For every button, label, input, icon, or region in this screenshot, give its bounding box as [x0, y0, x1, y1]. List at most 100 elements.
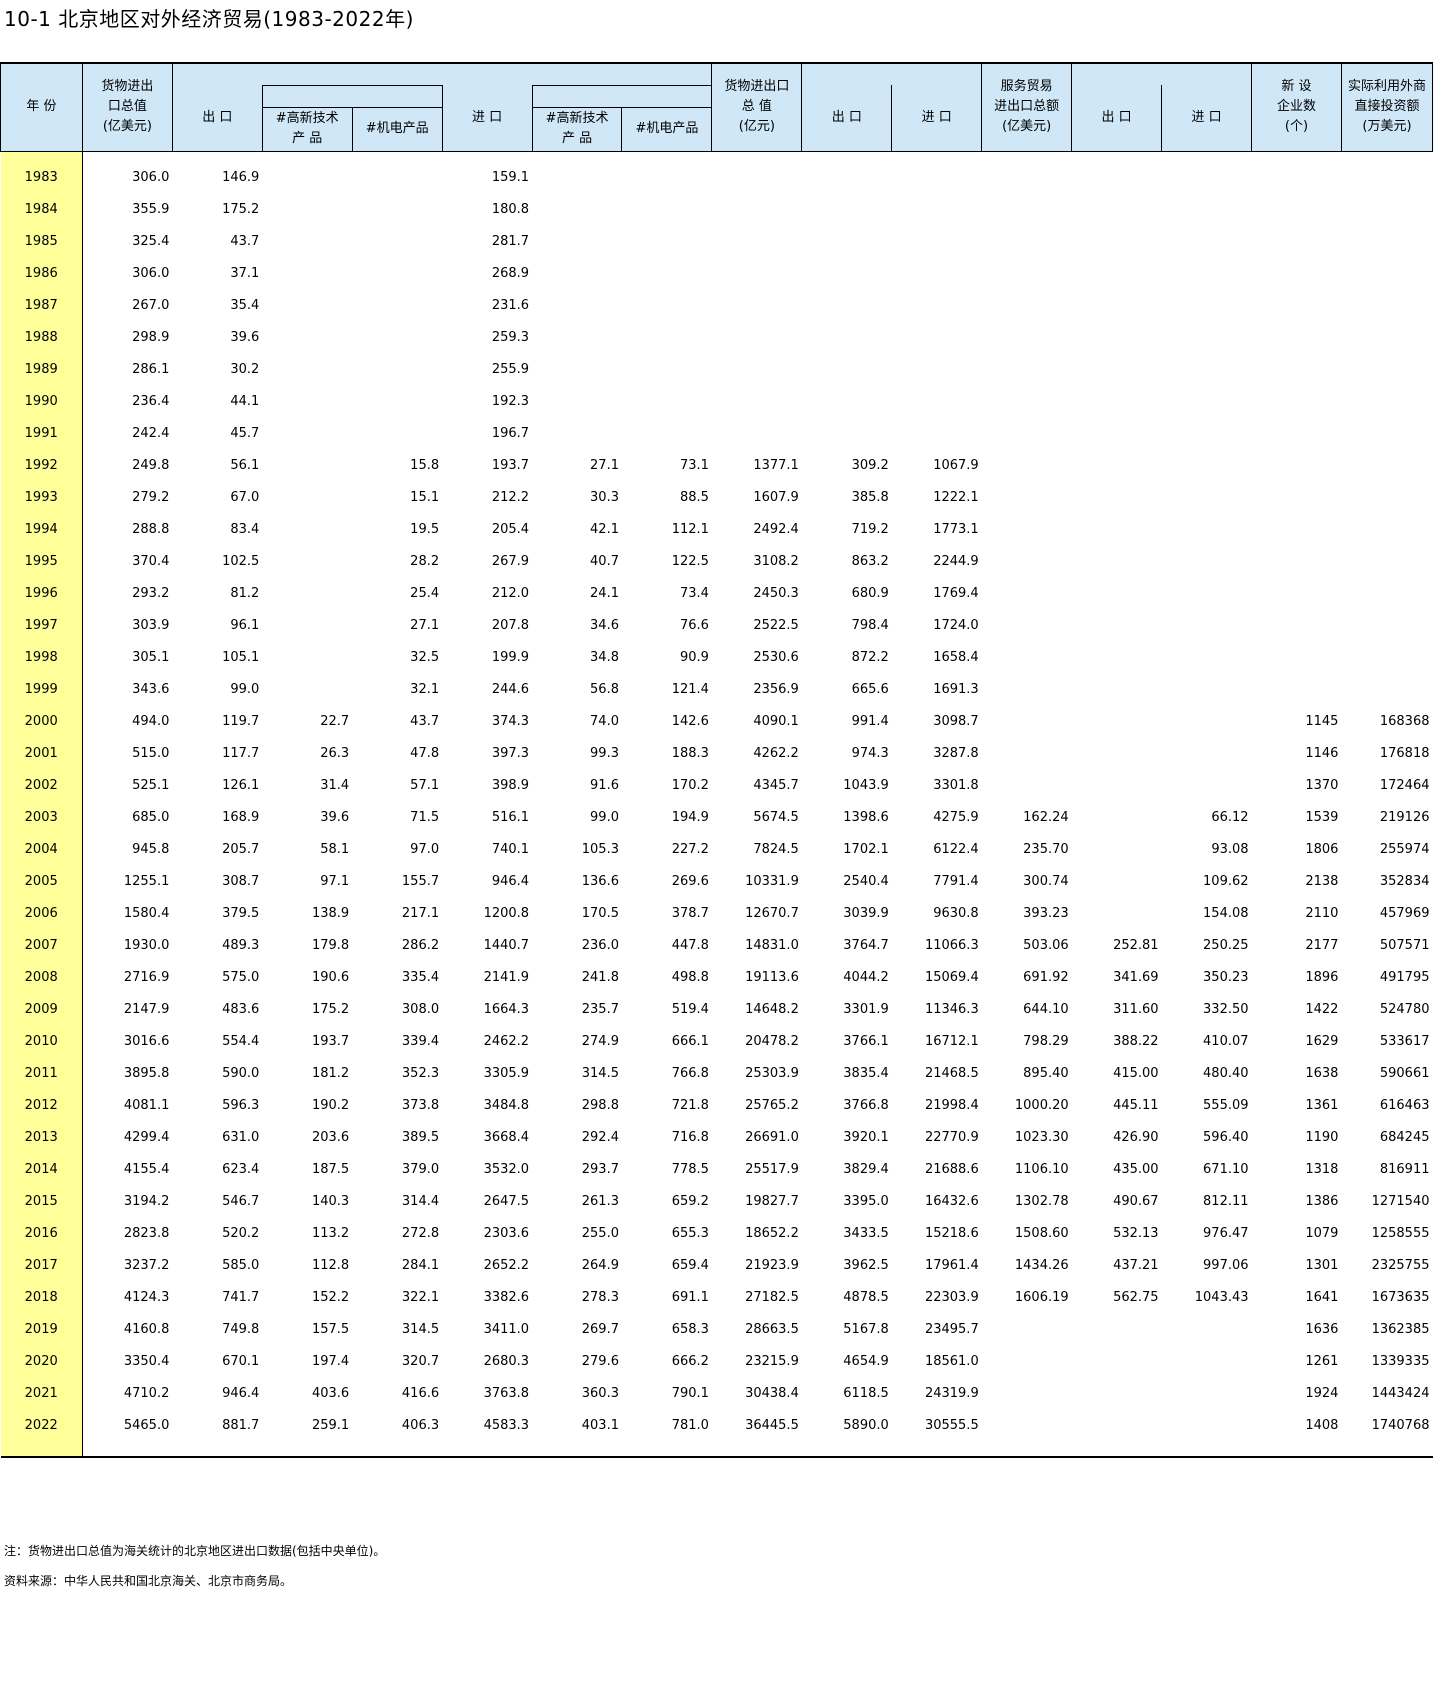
- value-cell: [1341, 546, 1432, 578]
- value-cell: [982, 386, 1072, 418]
- value-cell: 309.2: [851, 458, 889, 473]
- value-cell: 2540.4: [843, 874, 889, 889]
- year-cell: 1990: [0, 385, 83, 418]
- value-cell: [622, 258, 712, 290]
- table-row: 2011 3895.8 590.0 181.2 352.3 3305.9 314.5 766.…: [0, 1057, 1433, 1090]
- value-cell: 113.2: [311, 1226, 350, 1241]
- value-cell: 93.08: [1211, 842, 1249, 857]
- value-cell: 179.8: [311, 938, 350, 953]
- value-cell: 91.6: [590, 778, 619, 793]
- value-cell: 5674.5: [753, 810, 799, 825]
- year-cell: 2010: [0, 1025, 83, 1058]
- value-cell: [1162, 386, 1252, 418]
- value-cell: [352, 322, 442, 354]
- value-cell: 3920.1: [843, 1130, 889, 1145]
- value-cell: 355.9: [132, 202, 170, 217]
- value-cell: 895.40: [1023, 1066, 1069, 1081]
- value-cell: 231.6: [491, 298, 530, 313]
- value-cell: 298.8: [581, 1098, 619, 1113]
- value-cell: 4090.1: [753, 714, 799, 729]
- header-services: 服务贸易 进出口总额 (亿美元): [981, 62, 1073, 152]
- value-cell: 235.70: [1023, 842, 1069, 857]
- value-cell: 4124.3: [123, 1290, 170, 1305]
- header-new-enterprises: 新 设 企业数 (个): [1251, 62, 1342, 152]
- value-cell: [622, 290, 712, 322]
- value-cell: [532, 162, 622, 194]
- table-row: 1984 355.9 175.2 180.8: [0, 193, 1433, 226]
- value-cell: 1258555: [1371, 1226, 1430, 1241]
- value-cell: 3395.0: [843, 1194, 889, 1209]
- value-cell: 1443424: [1371, 1386, 1430, 1401]
- value-cell: [982, 322, 1072, 354]
- source-note: 资料来源：中华人民共和国北京海关、北京市商务局。: [4, 1574, 293, 1588]
- value-cell: [1162, 1410, 1252, 1442]
- table-row: 1997 303.9 96.1 27.1 207.8 34.6 76.6 2522.5 798.…: [0, 609, 1433, 642]
- value-cell: [1162, 290, 1252, 322]
- value-cell: [262, 290, 352, 322]
- value-cell: 269.7: [581, 1322, 619, 1337]
- value-cell: 872.2: [851, 650, 889, 665]
- value-cell: [892, 354, 982, 386]
- year-cell: 2003: [0, 801, 83, 834]
- value-cell: [1072, 258, 1162, 290]
- value-cell: [1072, 386, 1162, 418]
- value-cell: 58.1: [320, 842, 350, 857]
- value-cell: 268.9: [491, 266, 530, 281]
- value-cell: 4044.2: [843, 970, 889, 985]
- value-cell: [1252, 514, 1342, 546]
- year-cell: 1984: [0, 193, 83, 226]
- value-cell: 370.4: [132, 554, 170, 569]
- value-cell: 590661: [1379, 1066, 1430, 1081]
- value-cell: 255.0: [581, 1226, 619, 1241]
- value-cell: 585.0: [222, 1258, 260, 1273]
- value-cell: [1072, 418, 1162, 450]
- value-cell: [1162, 578, 1252, 610]
- value-cell: 719.2: [851, 522, 889, 537]
- value-cell: 374.3: [491, 714, 530, 729]
- value-cell: 350.23: [1203, 970, 1249, 985]
- year-cell: 1998: [0, 641, 83, 674]
- year-cell: 1991: [0, 417, 83, 450]
- value-cell: [1341, 674, 1432, 706]
- value-cell: 339.4: [401, 1034, 440, 1049]
- table-row: 1994 288.8 83.4 19.5 205.4 42.1 112.1 2492.4 719…: [0, 513, 1433, 546]
- header-import: 进 口: [441, 85, 533, 152]
- value-cell: [262, 354, 352, 386]
- value-cell: 190.6: [311, 970, 350, 985]
- value-cell: 138.9: [311, 906, 350, 921]
- value-cell: [1072, 898, 1162, 930]
- value-cell: 105.1: [222, 650, 260, 665]
- value-cell: 22303.9: [924, 1290, 979, 1305]
- table-row: 1986 306.0 37.1 268.9: [0, 257, 1433, 290]
- value-cell: 146.9: [222, 170, 260, 185]
- value-cell: 249.8: [132, 458, 170, 473]
- table-row: 1983 306.0 146.9 159.1: [0, 161, 1433, 194]
- value-cell: 236.0: [581, 938, 619, 953]
- value-cell: [352, 354, 442, 386]
- value-cell: [982, 578, 1072, 610]
- value-cell: [1072, 194, 1162, 226]
- value-cell: [1162, 322, 1252, 354]
- header-import-hightech: #高新技术 产 品: [531, 106, 623, 152]
- value-cell: 385.8: [851, 490, 889, 505]
- value-cell: 3108.2: [753, 554, 799, 569]
- value-cell: 520.2: [222, 1226, 260, 1241]
- table-row: 2017 3237.2 585.0 112.8 284.1 2652.2 264.9 659.…: [0, 1249, 1433, 1282]
- value-cell: [712, 418, 802, 450]
- value-cell: [1252, 194, 1342, 226]
- value-cell: 81.2: [230, 586, 260, 601]
- value-cell: [1252, 226, 1342, 258]
- value-cell: 1386: [1305, 1194, 1339, 1209]
- value-cell: [712, 354, 802, 386]
- value-cell: [982, 738, 1072, 770]
- value-cell: [802, 194, 892, 226]
- table-body: 1983 306.0 146.9 159.1 1984 355.9 175.2 180.8 19…: [0, 151, 1433, 1458]
- value-cell: 3098.7: [933, 714, 979, 729]
- value-cell: 19827.7: [745, 1194, 799, 1209]
- value-cell: 21923.9: [745, 1258, 799, 1273]
- value-cell: 379.5: [222, 906, 260, 921]
- value-cell: 21468.5: [924, 1066, 979, 1081]
- value-cell: 3350.4: [123, 1354, 170, 1369]
- value-cell: 781.0: [671, 1418, 709, 1433]
- value-cell: [532, 322, 622, 354]
